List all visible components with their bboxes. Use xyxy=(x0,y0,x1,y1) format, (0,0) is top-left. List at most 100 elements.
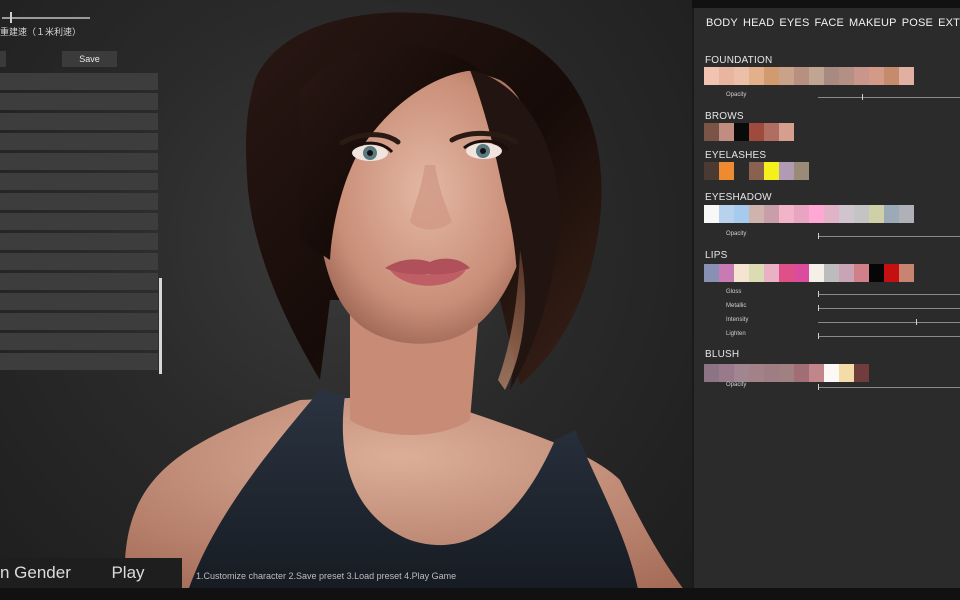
eyeshadow-color-swatch[interactable] xyxy=(839,205,854,223)
lips-color-swatch[interactable] xyxy=(824,264,839,282)
lips-lighten-handle[interactable] xyxy=(818,333,819,339)
foundation-color-swatch[interactable] xyxy=(749,67,764,85)
eyeshadow-color-swatch[interactable] xyxy=(884,205,899,223)
tab-extr[interactable]: EXTR xyxy=(938,17,960,29)
blush-color-swatch[interactable] xyxy=(764,364,779,382)
eyelashes-color-swatch[interactable] xyxy=(749,162,764,180)
eyeshadow-opacity-handle[interactable] xyxy=(818,233,819,239)
lips-color-swatch[interactable] xyxy=(719,264,734,282)
blush-color-swatch[interactable] xyxy=(704,364,719,382)
preset-list-item[interactable] xyxy=(0,253,158,270)
play-button[interactable]: Play xyxy=(76,558,180,588)
preset-list-item[interactable] xyxy=(0,233,158,250)
preset-list-item[interactable] xyxy=(0,333,158,350)
eyeshadow-color-swatch[interactable] xyxy=(899,205,914,223)
foundation-color-swatch[interactable] xyxy=(854,67,869,85)
foundation-color-swatch[interactable] xyxy=(869,67,884,85)
blush-color-swatch[interactable] xyxy=(809,364,824,382)
eyeshadow-color-swatch[interactable] xyxy=(749,205,764,223)
foundation-color-swatch[interactable] xyxy=(704,67,719,85)
preset-slider-handle[interactable] xyxy=(10,12,12,23)
preset-list-item[interactable] xyxy=(0,153,158,170)
blush-color-swatch[interactable] xyxy=(779,364,794,382)
blush-color-swatch[interactable] xyxy=(794,364,809,382)
lips-color-swatch[interactable] xyxy=(869,264,884,282)
blush-color-swatch[interactable] xyxy=(854,364,869,382)
foundation-color-swatch[interactable] xyxy=(779,67,794,85)
eyeshadow-color-swatch[interactable] xyxy=(779,205,794,223)
eyeshadow-color-swatch[interactable] xyxy=(734,205,749,223)
eyelashes-color-swatch[interactable] xyxy=(779,162,794,180)
preset-list-item[interactable] xyxy=(0,213,158,230)
lips-color-swatch[interactable] xyxy=(809,264,824,282)
tab-head[interactable]: HEAD xyxy=(743,17,774,29)
preset-list-item[interactable] xyxy=(0,73,158,90)
lips-color-swatch[interactable] xyxy=(884,264,899,282)
lips-metallic-handle[interactable] xyxy=(818,305,819,311)
eyeshadow-color-swatch[interactable] xyxy=(824,205,839,223)
preset-list-scrollbar[interactable] xyxy=(159,278,162,374)
brows-color-swatch[interactable] xyxy=(764,123,779,141)
lips-intensity-slider[interactable] xyxy=(818,322,960,323)
eyeshadow-color-swatch[interactable] xyxy=(809,205,824,223)
preset-list-item[interactable] xyxy=(0,173,158,190)
foundation-color-swatch[interactable] xyxy=(824,67,839,85)
preset-list-item[interactable] xyxy=(0,113,158,130)
brows-color-swatch[interactable] xyxy=(704,123,719,141)
tab-body[interactable]: BODY xyxy=(706,17,738,29)
tab-pose[interactable]: POSE xyxy=(902,17,933,29)
foundation-color-swatch[interactable] xyxy=(809,67,824,85)
tab-makeup[interactable]: MAKEUP xyxy=(849,17,897,29)
blush-color-swatch[interactable] xyxy=(734,364,749,382)
foundation-color-swatch[interactable] xyxy=(764,67,779,85)
preset-list-item[interactable] xyxy=(0,133,158,150)
preset-list-item[interactable] xyxy=(0,293,158,310)
lips-color-swatch[interactable] xyxy=(749,264,764,282)
eyeshadow-color-swatch[interactable] xyxy=(869,205,884,223)
foundation-color-swatch[interactable] xyxy=(719,67,734,85)
eyelashes-color-swatch[interactable] xyxy=(794,162,809,180)
eyeshadow-color-swatch[interactable] xyxy=(794,205,809,223)
load-button[interactable] xyxy=(0,51,6,67)
lips-color-swatch[interactable] xyxy=(704,264,719,282)
eyeshadow-color-swatch[interactable] xyxy=(764,205,779,223)
foundation-color-swatch[interactable] xyxy=(794,67,809,85)
lips-color-swatch[interactable] xyxy=(854,264,869,282)
brows-color-swatch[interactable] xyxy=(719,123,734,141)
lips-color-swatch[interactable] xyxy=(734,264,749,282)
lips-color-swatch[interactable] xyxy=(779,264,794,282)
tab-face[interactable]: FACE xyxy=(815,17,845,29)
lips-gloss-slider[interactable] xyxy=(818,294,960,295)
eyeshadow-opacity-slider[interactable] xyxy=(818,236,960,237)
eyeshadow-color-swatch[interactable] xyxy=(704,205,719,223)
blush-color-swatch[interactable] xyxy=(839,364,854,382)
lips-intensity-handle[interactable] xyxy=(916,319,917,325)
foundation-color-swatch[interactable] xyxy=(839,67,854,85)
preset-slider-track[interactable] xyxy=(2,17,90,19)
eyeshadow-color-swatch[interactable] xyxy=(854,205,869,223)
blush-color-swatch[interactable] xyxy=(749,364,764,382)
preset-list-item[interactable] xyxy=(0,93,158,110)
lips-color-swatch[interactable] xyxy=(839,264,854,282)
foundation-color-swatch[interactable] xyxy=(884,67,899,85)
eyeshadow-color-swatch[interactable] xyxy=(719,205,734,223)
save-button[interactable]: Save xyxy=(62,51,117,67)
blush-opacity-slider[interactable] xyxy=(818,387,960,388)
blush-color-swatch[interactable] xyxy=(824,364,839,382)
lips-metallic-slider[interactable] xyxy=(818,308,960,309)
brows-color-swatch[interactable] xyxy=(734,123,749,141)
blush-color-swatch[interactable] xyxy=(719,364,734,382)
lips-lighten-slider[interactable] xyxy=(818,336,960,337)
foundation-opacity-handle[interactable] xyxy=(862,94,863,100)
eyelashes-color-swatch[interactable] xyxy=(734,162,749,180)
lips-color-swatch[interactable] xyxy=(794,264,809,282)
lips-color-swatch[interactable] xyxy=(899,264,914,282)
lips-gloss-handle[interactable] xyxy=(818,291,819,297)
eyelashes-color-swatch[interactable] xyxy=(719,162,734,180)
tab-eyes[interactable]: EYES xyxy=(779,17,809,29)
blush-opacity-handle[interactable] xyxy=(818,384,819,390)
foundation-color-swatch[interactable] xyxy=(899,67,914,85)
brows-color-swatch[interactable] xyxy=(779,123,794,141)
lips-color-swatch[interactable] xyxy=(764,264,779,282)
preset-list-item[interactable] xyxy=(0,313,158,330)
